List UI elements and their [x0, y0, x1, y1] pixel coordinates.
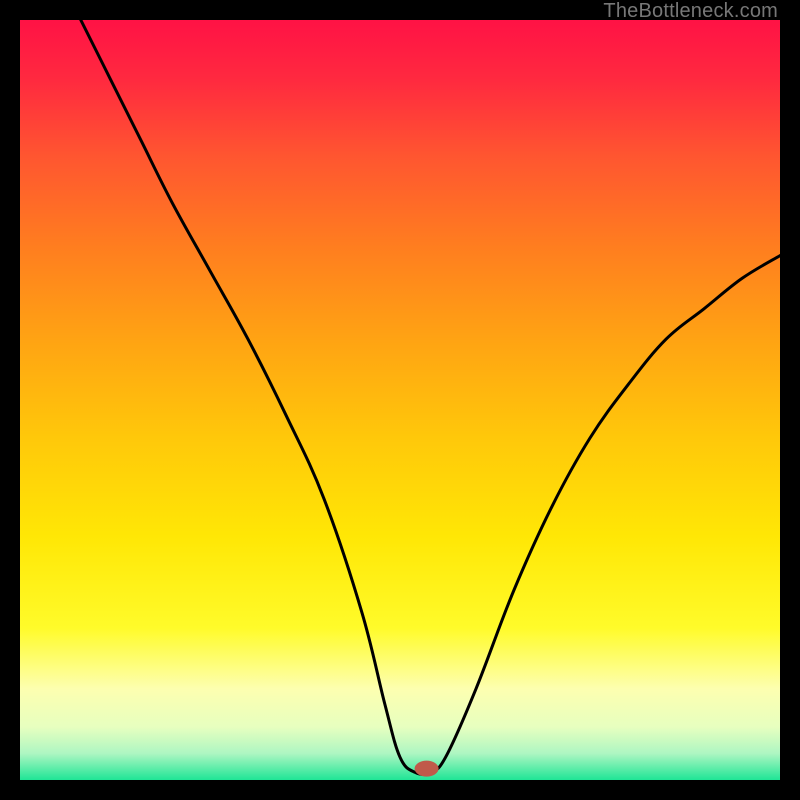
watermark-text: TheBottleneck.com [603, 0, 778, 23]
bottleneck-chart [20, 20, 780, 780]
chart-frame [20, 20, 780, 780]
optimal-point-marker [415, 761, 439, 777]
gradient-background [20, 20, 780, 780]
